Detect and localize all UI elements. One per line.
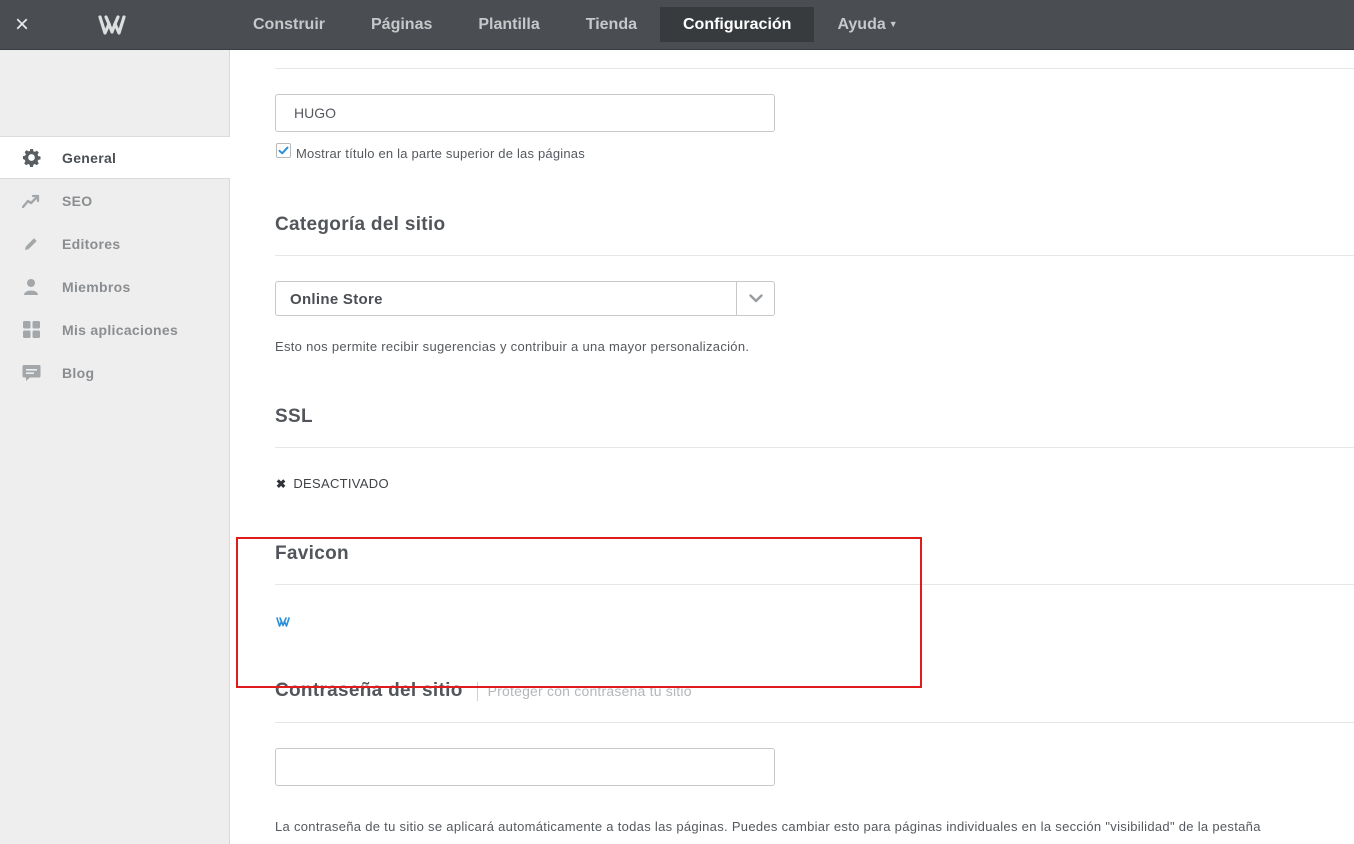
weebly-logo-icon[interactable]	[97, 13, 127, 37]
trend-line-icon	[21, 191, 41, 211]
sidebar-item-label: Blog	[62, 364, 95, 381]
sidebar-item-seo[interactable]: SEO	[0, 179, 229, 222]
weebly-favicon-icon[interactable]	[276, 615, 290, 627]
person-icon	[21, 277, 41, 297]
chevron-down-icon	[736, 282, 774, 315]
site-category-value: Online Store	[290, 291, 383, 308]
sidebar-item-label: Miembros	[62, 278, 131, 295]
divider	[275, 255, 1354, 256]
vertical-divider	[476, 681, 478, 701]
checkmark-icon	[278, 146, 289, 155]
nav-tab-ayuda[interactable]: Ayuda ▼	[814, 7, 920, 42]
sidebar-item-label: Mis aplicaciones	[62, 321, 179, 338]
ssl-status-label: DESACTIVADO	[293, 476, 389, 491]
close-x-icon: ✖	[276, 476, 287, 491]
sidebar-item-label: SEO	[62, 192, 93, 209]
site-password-input[interactable]	[275, 748, 775, 786]
divider	[275, 722, 1354, 723]
apps-grid-icon	[21, 320, 41, 340]
password-section-subtitle: Proteger con contraseña tu sitio	[487, 683, 692, 699]
nav-tab-paginas[interactable]: Páginas	[348, 7, 455, 42]
divider	[275, 584, 1354, 585]
pencil-icon	[21, 234, 41, 254]
settings-sidebar: General SEO Editores Miembros Mis aplica…	[0, 50, 230, 844]
show-title-label: Mostrar título en la parte superior de l…	[296, 146, 585, 161]
divider	[275, 68, 1354, 69]
nav-tab-ayuda-label: Ayuda	[837, 16, 886, 33]
close-icon[interactable]: ×	[10, 12, 34, 38]
sidebar-item-label: General	[62, 149, 117, 166]
password-help-text: La contraseña de tu sitio se aplicará au…	[275, 819, 1261, 834]
ssl-section-title: SSL	[275, 406, 313, 427]
sidebar-item-blog[interactable]: Blog	[0, 351, 229, 394]
top-navigation-bar: × Construir Páginas Plantilla Tienda Con…	[0, 0, 1354, 50]
sidebar-item-miembros[interactable]: Miembros	[0, 265, 229, 308]
show-title-checkbox[interactable]	[276, 143, 291, 158]
password-section-title: Contraseña del sitio	[275, 680, 463, 701]
ssl-status: ✖ DESACTIVADO	[276, 476, 389, 491]
sidebar-item-editores[interactable]: Editores	[0, 222, 229, 265]
comment-icon	[21, 363, 41, 383]
sidebar-item-mis-aplicaciones[interactable]: Mis aplicaciones	[0, 308, 229, 351]
divider	[275, 447, 1354, 448]
gear-icon	[21, 148, 41, 168]
site-category-select[interactable]: Online Store	[275, 281, 775, 316]
favicon-section-title: Favicon	[275, 543, 349, 564]
nav-tab-construir[interactable]: Construir	[230, 7, 348, 42]
settings-content: Mostrar título en la parte superior de l…	[230, 50, 1354, 844]
sidebar-item-general[interactable]: General	[0, 136, 230, 179]
nav-tab-configuracion[interactable]: Configuración	[660, 7, 815, 42]
password-section-header: Contraseña del sitio Proteger con contra…	[275, 680, 692, 702]
caret-down-icon: ▼	[888, 19, 898, 30]
sidebar-item-label: Editores	[62, 235, 121, 252]
category-section-title: Categoría del sitio	[275, 214, 446, 235]
nav-tab-tienda[interactable]: Tienda	[563, 7, 660, 42]
main-nav: Construir Páginas Plantilla Tienda Confi…	[230, 7, 921, 42]
category-help-text: Esto nos permite recibir sugerencias y c…	[275, 339, 750, 354]
site-title-input[interactable]	[275, 94, 775, 132]
nav-tab-plantilla[interactable]: Plantilla	[455, 7, 562, 42]
